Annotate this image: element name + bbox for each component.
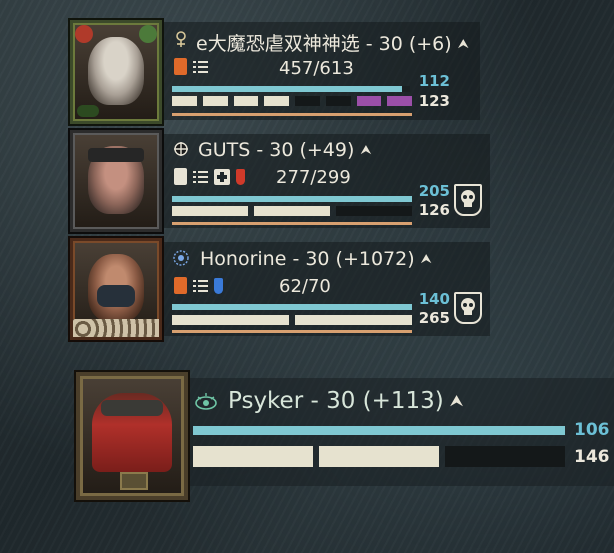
health-segment [264,96,289,106]
equipment-icons [174,58,208,75]
psyker-eye-icon [195,393,217,410]
toughness-value: 112 [418,72,450,90]
equipment-icons [174,168,245,185]
health-segment [295,315,412,325]
ammo-count: 457/613 [279,58,354,79]
red-stimm-icon [236,168,245,185]
toughness-bar [172,86,403,92]
player-name: Psyker - 30 (+113) ⮝ [228,388,464,414]
ammo-count: 62/70 [279,276,331,297]
health-segment [325,96,351,106]
ammo-list-icon [193,59,208,74]
mask-icon [97,285,135,308]
ornament-icon [77,105,99,117]
toughness-bar [172,196,412,202]
coherency-line [172,330,412,333]
health-segment [445,446,565,467]
medkit-icon [214,168,230,185]
portrait-frame [70,238,162,340]
psyker-icon [173,250,189,266]
health-segment [356,96,382,106]
player-name: e大魔恐虐双神神选 - 30 (+6) ⮝ [196,33,469,55]
ammo-list-icon [193,278,208,293]
blue-stimm-icon [214,277,223,294]
health-segment [172,206,248,216]
toughness-value: 140 [418,290,450,308]
health-segment [193,446,313,467]
health-segment [254,206,330,216]
zealot-icon [174,142,188,156]
player-portrait [88,36,144,106]
ammo-list-icon [193,169,208,184]
toughness-value: 106 [574,420,610,440]
health-segment [387,96,412,106]
ammo-count: 277/299 [276,167,351,188]
coherency-line [172,113,412,116]
toughness-bar [193,426,565,435]
rank-chevron-icon: ⮝ [360,143,372,158]
equipment-icons [174,277,223,294]
ornament-icon [139,25,157,43]
player-name: GUTS - 30 (+49) ⮝ [198,139,372,161]
ornament-icon [75,25,93,43]
rank-chevron-icon: ⮝ [449,391,464,410]
rank-chevron-icon: ⮝ [420,252,432,267]
helmet-icon [100,400,164,416]
health-segment [202,96,228,106]
toughness-bar [172,304,412,310]
grenade-icon [174,58,187,75]
health-segment [172,315,289,325]
health-segment [233,96,259,106]
coherency-line [172,222,412,225]
toughness-value: 205 [418,182,450,200]
health-segment [172,96,197,106]
portrait-frame [76,372,188,500]
player-name: Honorine - 30 (+1072) ⮝ [200,248,432,270]
grenade-icon [174,168,187,185]
health-segment [295,96,320,106]
goggles-icon [88,148,144,163]
frame-emblem-icon [119,472,149,490]
grenade-icon [174,277,187,294]
health-segment [319,446,439,467]
skull-icon [454,292,482,324]
skull-icon [454,184,482,216]
skulls-decoration-icon [73,319,159,337]
health-segment [336,206,412,216]
health-value: 146 [574,447,610,467]
veteran-icon [176,31,186,47]
rank-chevron-icon: ⮝ [457,37,469,52]
portrait-frame [70,130,162,232]
portrait-frame [70,20,162,124]
